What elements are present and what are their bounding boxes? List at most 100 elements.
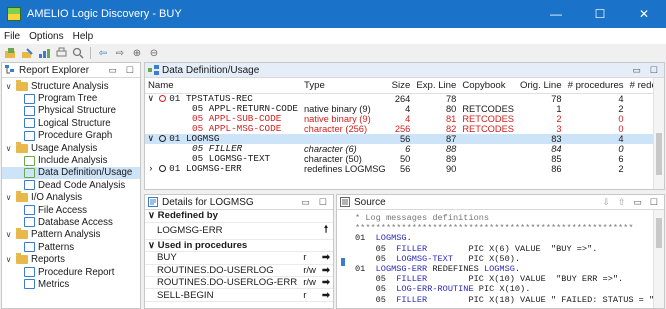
find-icon[interactable]: ⇩ — [602, 197, 610, 208]
search-icon[interactable] — [71, 46, 85, 60]
up-icon[interactable]: ⇧ — [618, 197, 626, 208]
expand-chevron-icon[interactable]: ∨ — [4, 144, 13, 153]
menu-help[interactable]: Help — [73, 31, 94, 42]
navigate-arrow-icon[interactable]: ➡ — [318, 251, 333, 265]
source-panel: Source ⇩ ⇧ ▭ ☐ * Log messages definitions **… — [336, 194, 665, 309]
tree-item-database-access[interactable]: Database Access — [2, 216, 140, 228]
details-row[interactable]: ROUTINES.DO-USERLOG-ERR r/w ➡ — [145, 276, 333, 290]
minimize-panel-icon[interactable]: ▭ — [633, 197, 642, 208]
column-header-orig-line[interactable]: Orig. Line — [517, 78, 565, 94]
column-header-size[interactable]: Size — [388, 78, 414, 94]
print-icon[interactable] — [54, 46, 68, 60]
minimize-panel-icon[interactable]: ▭ — [632, 65, 641, 76]
expand-chevron-icon[interactable]: ∨ — [4, 82, 13, 91]
tree-item-label: I/O Analysis — [31, 192, 83, 204]
source-line: 05 FILLER PIC X(18) VALUE " FAILED: STAT… — [355, 294, 655, 305]
zoom-in-icon[interactable]: ⊕ — [130, 46, 144, 60]
column-header-exp-line[interactable]: Exp. Line — [413, 78, 460, 94]
expand-chevron-icon[interactable]: ∨ — [148, 133, 159, 144]
edit-icon[interactable] — [20, 46, 34, 60]
details-section[interactable]: ∨ Used in procedures — [145, 239, 333, 253]
details-row[interactable]: BUY r ➡ — [145, 251, 333, 265]
chart-icon[interactable] — [37, 46, 51, 60]
maximize-button[interactable]: ☐ — [578, 0, 622, 28]
field-name: LOGMSG-ERR — [185, 163, 242, 174]
section-label: ∨ Used in procedures — [145, 239, 333, 253]
metrics-icon — [24, 279, 35, 290]
tree-item-logical-structure[interactable]: Logical Structure — [2, 117, 140, 129]
tree-item-include-analysis[interactable]: Include Analysis — [2, 154, 140, 166]
details-section[interactable]: ∨ Redefined by — [145, 210, 333, 223]
table-row[interactable]: › 01 LOGMSG-ERRredefines LOGMSG56908620 — [145, 163, 664, 175]
maximize-panel-icon[interactable]: ☐ — [126, 65, 134, 76]
tree-item-i-o-analysis[interactable]: ∨ I/O Analysis — [2, 191, 140, 204]
details-row[interactable]: SELL-BEGIN r ➡ — [145, 288, 333, 302]
maximize-panel-icon[interactable]: ☐ — [650, 197, 658, 208]
navigate-arrow-icon[interactable]: 🠕 — [318, 222, 333, 240]
tree-item-physical-structure[interactable]: Physical Structure — [2, 105, 140, 117]
report-explorer-title: Report Explorer — [19, 64, 90, 76]
menu-options[interactable]: Options — [29, 31, 63, 42]
cell-size: 264 — [394, 94, 411, 104]
tree-item-file-access[interactable]: File Access — [2, 204, 140, 216]
expand-chevron-icon[interactable]: ∨ — [4, 193, 13, 202]
source-scrollbar[interactable] — [653, 210, 664, 308]
navigate-arrow-icon[interactable]: ➡ — [318, 276, 333, 290]
maximize-panel-icon[interactable]: ☐ — [319, 197, 327, 208]
expand-chevron-icon[interactable]: ∨ — [148, 93, 159, 104]
details-row[interactable]: ROUTINES.DO-USERLOG r/w ➡ — [145, 264, 333, 278]
tree-item-reports[interactable]: ∨ Reports — [2, 253, 140, 265]
cell-copybook — [459, 134, 517, 144]
navigate-arrow-icon[interactable]: ➡ — [318, 288, 333, 302]
column-header-type[interactable]: Type — [301, 78, 389, 94]
tree-item-structure-analysis[interactable]: ∨ Structure Analysis — [2, 79, 140, 92]
tree-item-usage-analysis[interactable]: ∨ Usage Analysis — [2, 141, 140, 154]
open-icon[interactable] — [3, 46, 17, 60]
column-header-copybook[interactable]: Copybook — [459, 78, 517, 94]
tree-item-dead-code-analysis[interactable]: Dead Code Analysis — [2, 179, 140, 191]
cell-procs: 0 — [618, 144, 624, 154]
menu-file[interactable]: File — [4, 31, 20, 42]
cell-orig: 84 — [551, 144, 562, 154]
expand-chevron-icon[interactable]: › — [148, 163, 159, 174]
column-header-name[interactable]: Name — [145, 78, 302, 94]
data-def-icon — [24, 167, 35, 178]
source-line: 05 LOGMSG-TEXT PIC X(50). — [355, 253, 521, 264]
access-mode — [300, 222, 319, 240]
tree-item-patterns[interactable]: Patterns — [2, 241, 140, 253]
cell-orig: 1 — [556, 104, 562, 114]
close-button[interactable]: ✕ — [622, 0, 666, 28]
cell-size: 4 — [405, 104, 411, 114]
tree-item-procedure-report[interactable]: Procedure Report — [2, 266, 140, 278]
expand-chevron-icon[interactable]: ∨ — [4, 255, 13, 264]
source-code-view[interactable]: * Log messages definitions **************… — [337, 210, 664, 305]
table-row[interactable]: 05 APPL-MSG-CODE character (256) 256 82 RETC… — [145, 124, 664, 135]
tree-item-label: Reports — [31, 254, 65, 266]
minimize-panel-icon[interactable]: ▭ — [301, 197, 310, 208]
source-line: 05 FILLER PIC X(6) VALUE "BUY =>". — [355, 243, 598, 254]
column-header--procedures[interactable]: # procedures — [564, 78, 627, 94]
maximize-panel-icon[interactable]: ☐ — [650, 65, 658, 76]
source-line: ****************************************… — [355, 223, 634, 234]
minimize-panel-icon[interactable]: ▭ — [108, 65, 117, 76]
folder-icon — [16, 79, 28, 91]
back-icon[interactable]: ⇦ — [96, 46, 110, 60]
source-line: 01 LOGMSG-ERR REDEFINES LOGMSG. — [355, 263, 521, 274]
navigate-arrow-icon[interactable]: ➡ — [318, 264, 333, 278]
cell-copybook — [459, 94, 517, 105]
expand-chevron-icon[interactable]: ∨ — [4, 230, 13, 239]
folder-icon — [16, 228, 28, 240]
tree-item-metrics[interactable]: Metrics — [2, 278, 140, 290]
details-row[interactable]: LOGMSG-ERR 🠕 — [145, 222, 333, 240]
forward-icon[interactable]: ⇨ — [113, 46, 127, 60]
vertical-scrollbar[interactable] — [653, 78, 664, 189]
tree-item-program-tree[interactable]: Program Tree — [2, 92, 140, 104]
tree-item-procedure-graph[interactable]: Procedure Graph — [2, 130, 140, 142]
tree-icon — [24, 118, 35, 129]
tree-item-label: Procedure Graph — [38, 130, 113, 142]
zoom-out-icon[interactable]: ⊖ — [147, 46, 161, 60]
minimize-button[interactable]: — — [534, 0, 578, 28]
tree-item-data-definition-usage[interactable]: Data Definition/Usage — [2, 166, 140, 180]
cell-type: native binary (9) — [304, 114, 371, 124]
tree-item-pattern-analysis[interactable]: ∨ Pattern Analysis — [2, 228, 140, 241]
